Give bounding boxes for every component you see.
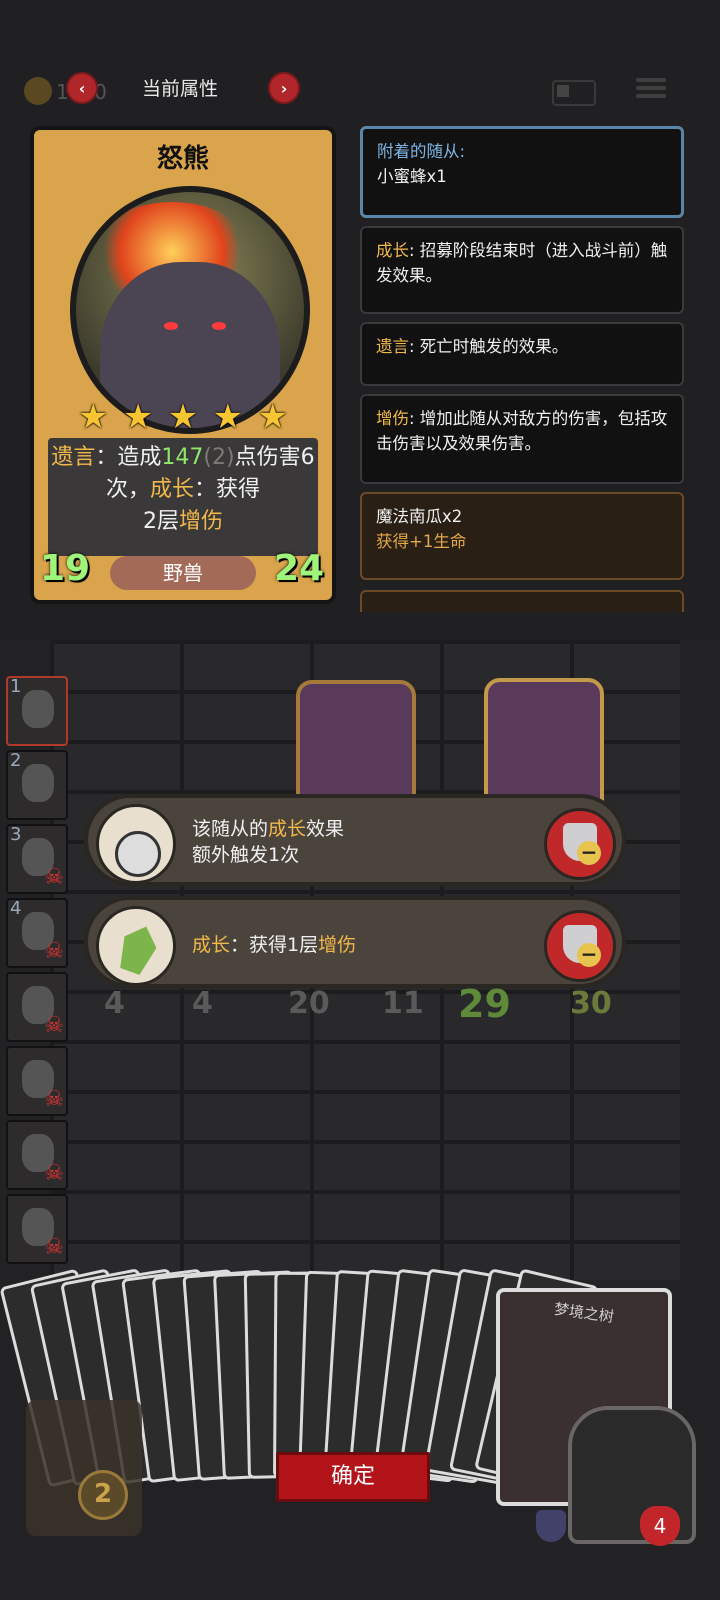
item-effect: 获得+1生命 (376, 532, 467, 551)
keyword-grow: 成长 (268, 818, 307, 840)
board-health: 30 (570, 986, 612, 1021)
battery-icon (552, 80, 596, 106)
attributes-title: 当前属性 (142, 78, 219, 100)
skull-icon: ☠ (44, 1013, 64, 1038)
remove-bonus-button[interactable]: − (544, 808, 616, 880)
minion-slot[interactable]: 2 (6, 750, 68, 820)
minion-slot[interactable]: ☠ (6, 1120, 68, 1190)
chest-icon[interactable] (26, 1400, 142, 1536)
deathrattle-label: 遗言 (376, 337, 409, 356)
minion-avatar (22, 690, 54, 728)
bonus-text: 成长：获得1层增伤 (192, 932, 356, 958)
card-name: 怒熊 (156, 144, 209, 174)
card-description: 遗言：造成147(2)点伤害6次，成长：获得 2层增伤 (48, 442, 318, 538)
star-icon: ★ (78, 397, 109, 437)
board-minion-bear[interactable] (296, 680, 416, 806)
bonus-text: 该随从的成长效果 额外触发1次 (192, 816, 344, 868)
prev-button[interactable]: ‹ (66, 72, 98, 104)
item-panel-more (360, 590, 684, 612)
bonus-text-part: 效果 (306, 818, 345, 840)
grow-keyword-panel: 成长: 招募阶段结束时（进入战斗前）触发效果。 (360, 226, 684, 314)
confirm-button[interactable]: 确定 (276, 1452, 430, 1502)
item-panel: 魔法南瓜x2 获得+1生命 (360, 492, 684, 580)
keyword-damage-up: 增伤 (178, 509, 223, 534)
bonus-text-part: ：获得1层 (230, 934, 319, 956)
deathrattle-text: : 死亡时触发的效果。 (409, 337, 569, 356)
armor-icon (536, 1510, 566, 1542)
star-icon: ★ (167, 397, 199, 437)
slot-number: 1 (10, 676, 22, 697)
coin-counter: 2 (78, 1470, 128, 1520)
star-icon: ★ (212, 397, 244, 437)
star-icon: ★ (257, 397, 288, 437)
minion-slot[interactable]: ☠ (6, 1194, 68, 1264)
minion-slot[interactable]: 1 (6, 676, 68, 746)
deathrattle-keyword-panel: 遗言: 死亡时触发的效果。 (360, 322, 684, 386)
minion-slot[interactable]: ☠ (6, 972, 68, 1042)
damage-up-label: 增伤 (376, 409, 409, 428)
hero-health: 4 (640, 1506, 680, 1546)
next-button[interactable]: › (268, 72, 300, 104)
damage-up-text: : 增加此随从对敌方的伤害，包括攻击伤害以及效果伤害。 (376, 409, 668, 453)
damage-value: 147 (161, 445, 204, 470)
bonus-row-grow-damage: 成长：获得1层增伤 − (84, 896, 626, 988)
bear-eye (164, 322, 178, 330)
minion-slot[interactable]: 3 ☠ (6, 824, 68, 894)
minus-icon: − (577, 943, 601, 967)
tribe-badge: 野兽 (110, 556, 256, 590)
bonus-row-grow-extra: 该随从的成长效果 额外触发1次 − (84, 794, 626, 886)
skull-icon: ☠ (44, 865, 64, 890)
desc-text: ：造成 (95, 445, 162, 470)
slot-number: 3 (10, 824, 22, 845)
damage-base: (2) (203, 445, 235, 470)
desc-text: 2层 (142, 509, 179, 534)
slot-number: 2 (10, 750, 22, 771)
coin-icon (24, 77, 52, 105)
minion-avatar (22, 764, 54, 802)
board-attack: 29 (458, 982, 511, 1026)
keyword-damage-up: 增伤 (318, 934, 357, 956)
keyword-grow: 成长 (192, 934, 231, 956)
attached-value: 小蜜蜂x1 (377, 167, 447, 186)
grow-label: 成长 (376, 241, 409, 260)
menu-icon[interactable] (636, 74, 666, 104)
attached-minion-panel: 附着的随从: 小蜜蜂x1 (360, 126, 684, 218)
skull-icon: ☠ (44, 1235, 64, 1260)
board-health: 11 (382, 986, 424, 1021)
desc-text: ：获得 (194, 477, 261, 502)
skull-icon: ☠ (44, 939, 64, 964)
keyword-grow: 成长 (149, 477, 194, 502)
minion-slot[interactable]: ☠ (6, 1046, 68, 1116)
board-attack: 4 (104, 986, 125, 1021)
attached-label: 附着的随从: (377, 142, 466, 161)
crystal-icon (96, 906, 176, 986)
minus-icon: − (577, 841, 601, 865)
skull-icon: ☠ (44, 1087, 64, 1112)
health-value: 24 (274, 548, 325, 589)
top-bar: 1120 ‹ 当前属性 › (0, 60, 720, 120)
damage-up-keyword-panel: 增伤: 增加此随从对敌方的伤害，包括攻击伤害以及效果伤害。 (360, 394, 684, 484)
remove-bonus-button[interactable]: − (544, 910, 616, 982)
grow-text: : 招募阶段结束时（进入战斗前）触发效果。 (376, 241, 668, 285)
board-minion-elf[interactable] (484, 678, 604, 804)
board-health: 4 (192, 986, 213, 1021)
board-attack: 20 (288, 986, 330, 1021)
minion-slot[interactable]: 4 ☠ (6, 898, 68, 968)
bonus-text-part: 该随从的 (192, 818, 269, 840)
skull-icon: ☠ (44, 1161, 64, 1186)
slot-number: 4 (10, 898, 22, 919)
star-rating: ★ ★ ★ ★ ★ (78, 400, 288, 434)
bear-eye (212, 322, 226, 330)
minion-card: 怒熊 ★ ★ ★ ★ ★ 遗言：造成147(2)点伤害6次，成长：获得 2层增伤 … (30, 126, 336, 604)
pocketwatch-icon (96, 804, 176, 884)
item-name: 魔法南瓜x2 (376, 507, 463, 526)
keyword-deathrattle: 遗言 (51, 445, 96, 470)
tree-card-name: 梦境之树 (552, 1299, 615, 1327)
bonus-text-part: 额外触发1次 (192, 844, 300, 866)
star-icon: ★ (122, 397, 154, 437)
attack-value: 19 (40, 548, 91, 589)
